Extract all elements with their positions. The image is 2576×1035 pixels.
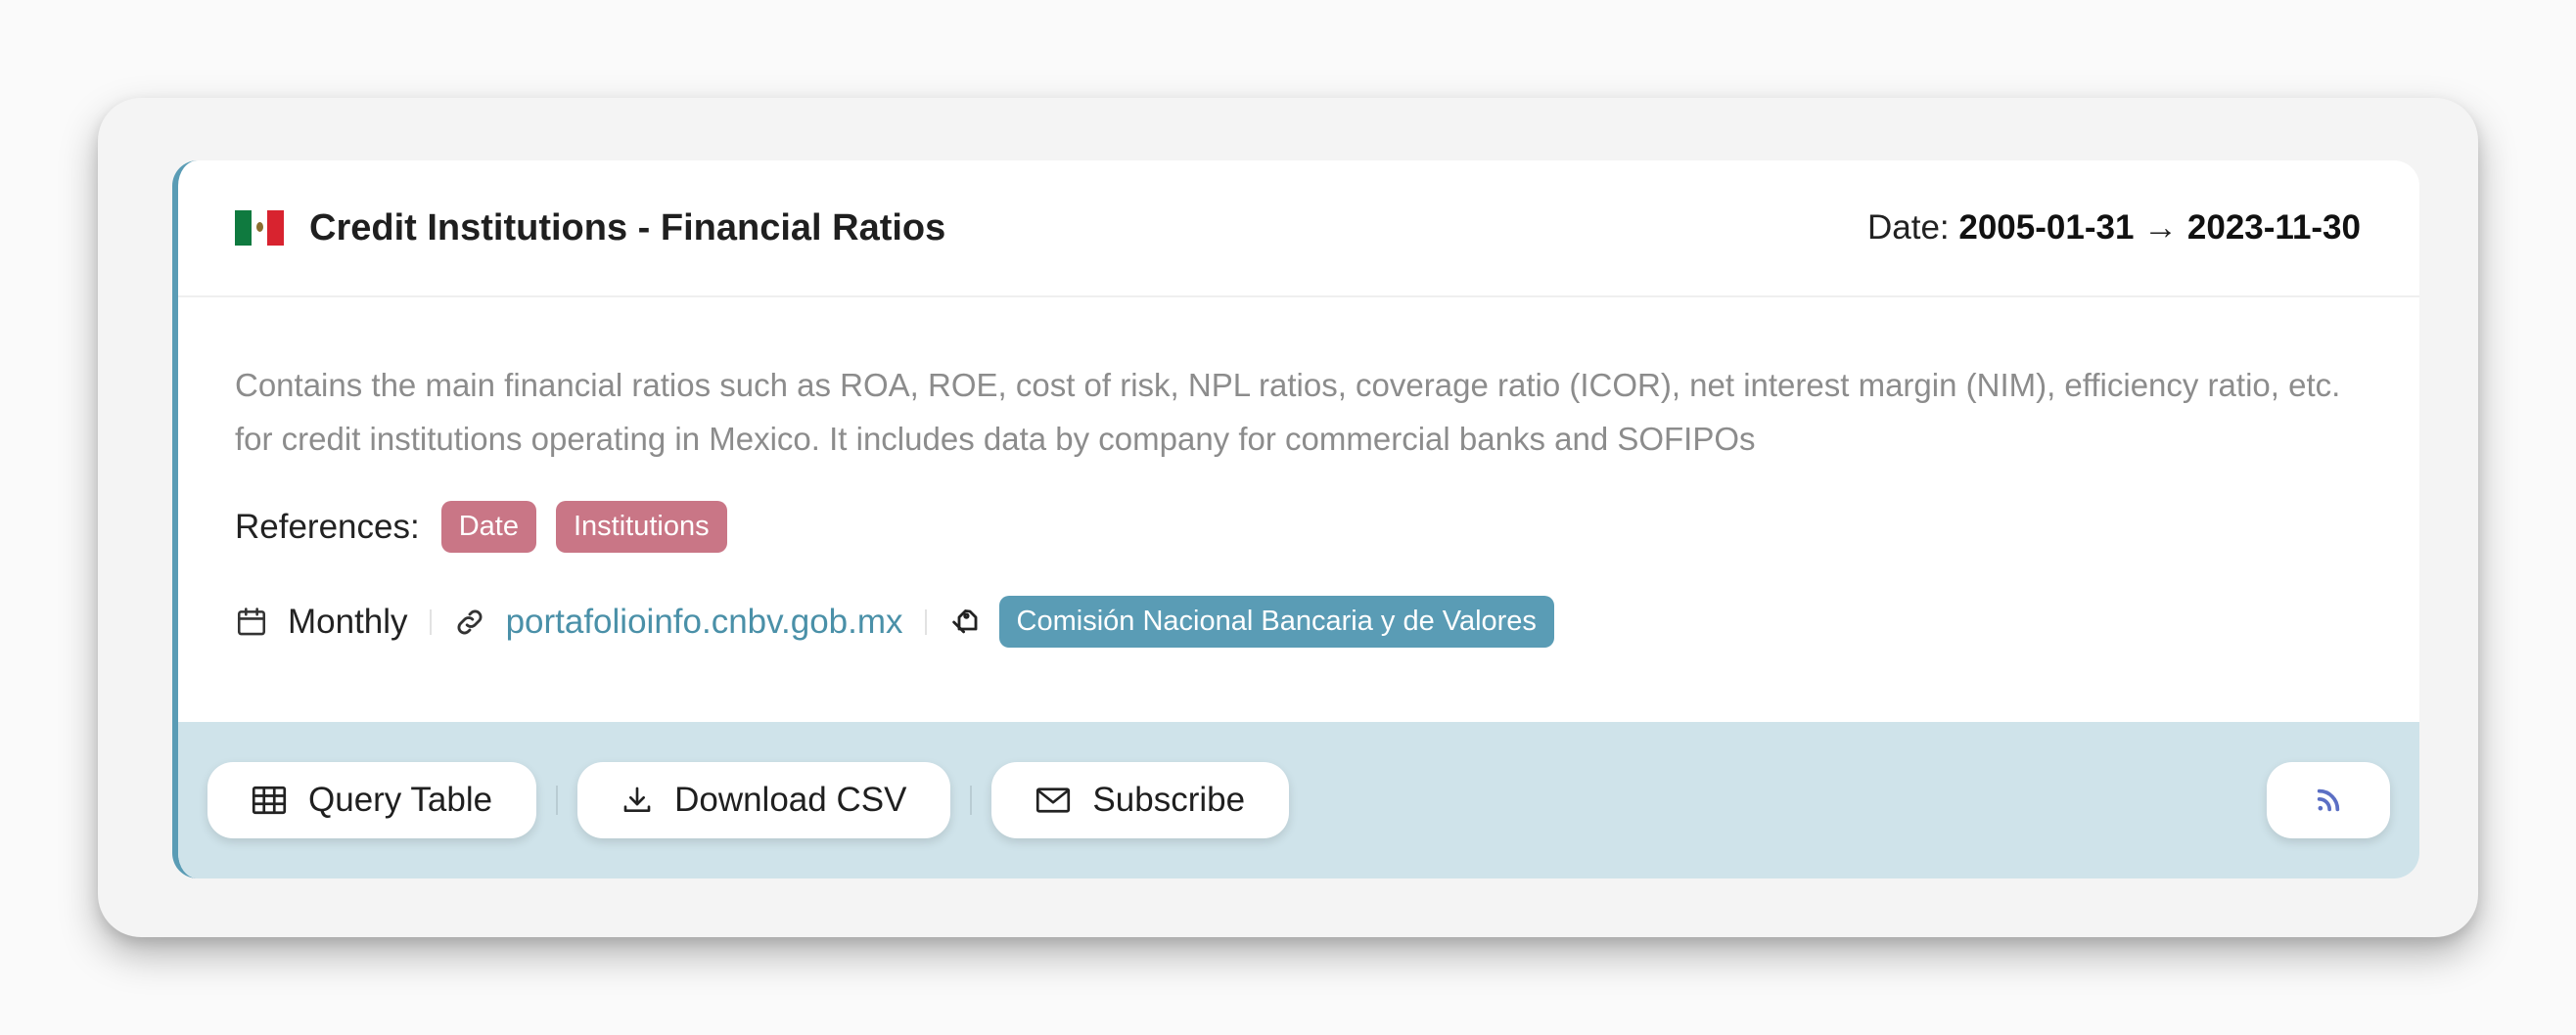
mexico-flag-icon <box>235 210 285 246</box>
dataset-title[interactable]: Credit Institutions - Financial Ratios <box>309 207 945 249</box>
date-label: Date: <box>1866 208 1950 247</box>
organization-tag[interactable]: Comisión Nacional Bancaria y de Valores <box>998 596 1554 648</box>
query-table-label: Query Table <box>308 781 493 819</box>
download-csv-label: Download CSV <box>674 781 907 819</box>
action-bar: Query Table Download CSV Subscribe <box>178 722 2419 878</box>
date-range: Date: 2005-01-31 → 2023-11-30 <box>1867 208 2361 248</box>
calendar-icon <box>235 606 268 639</box>
download-csv-button[interactable]: Download CSV <box>577 762 951 838</box>
reference-tag-date[interactable]: Date <box>440 501 536 553</box>
references-row: References: Date Institutions <box>235 501 2361 553</box>
subscribe-label: Subscribe <box>1092 781 1246 819</box>
meta-divider <box>429 608 432 635</box>
title-group: Credit Institutions - Financial Ratios <box>235 207 945 249</box>
date-end: 2023-11-30 <box>2186 208 2361 247</box>
rss-icon <box>2317 788 2340 812</box>
link-icon <box>453 606 486 639</box>
dataset-card: Credit Institutions - Financial Ratios D… <box>172 160 2419 878</box>
dataset-description: Contains the main financial ratios such … <box>235 367 2341 457</box>
frequency-label: Monthly <box>288 602 408 641</box>
download-icon <box>623 787 651 812</box>
card-header: Credit Institutions - Financial Ratios D… <box>178 160 2419 297</box>
references-label: References: <box>235 507 420 546</box>
metadata-row: Monthly portafolioinfo.cnbv.gob.mx Comis… <box>235 596 2361 648</box>
date-arrow: → <box>2143 208 2179 247</box>
rss-button[interactable] <box>2267 762 2390 838</box>
reference-tag-institutions[interactable]: Institutions <box>555 501 727 553</box>
mail-icon <box>1036 788 1071 813</box>
action-divider <box>970 786 973 815</box>
date-start: 2005-01-31 <box>1958 208 2135 247</box>
card-container: Credit Institutions - Financial Ratios D… <box>98 98 2478 937</box>
subscribe-button[interactable]: Subscribe <box>991 762 1290 838</box>
source-link[interactable]: portafolioinfo.cnbv.gob.mx <box>506 603 903 642</box>
tags-icon <box>948 606 982 639</box>
table-icon <box>252 786 287 815</box>
meta-divider <box>924 608 927 635</box>
action-divider <box>556 786 559 815</box>
query-table-button[interactable]: Query Table <box>207 762 537 838</box>
card-body: Contains the main financial ratios such … <box>178 297 2419 648</box>
